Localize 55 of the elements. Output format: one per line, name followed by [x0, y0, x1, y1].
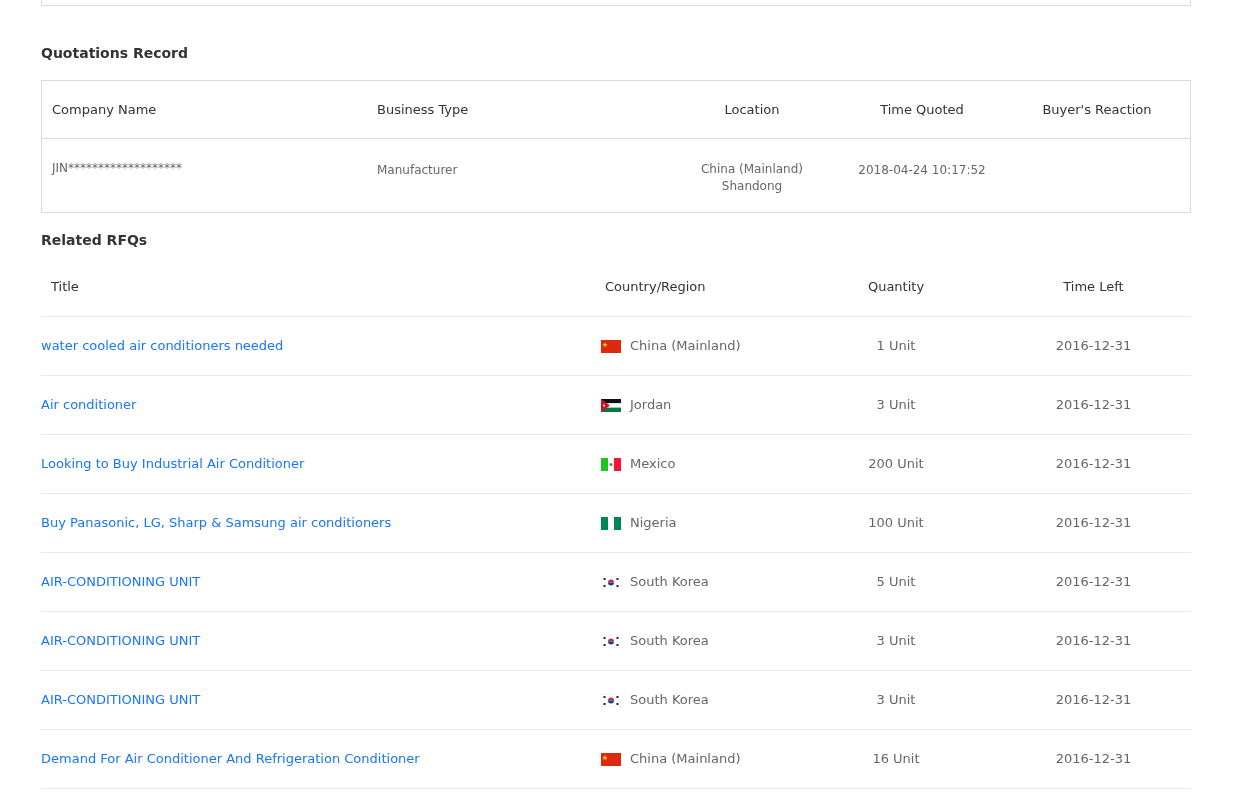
rfq-title-link[interactable]: AIR-CONDITIONING UNIT	[41, 692, 201, 708]
flag-icon	[601, 575, 621, 589]
country-text: South Korea	[630, 573, 709, 592]
table-cell-text: 16 Unit	[871, 750, 921, 769]
column-header: Company Name	[51, 100, 158, 119]
column-header: Country/Region	[604, 278, 707, 297]
table-cell-text: 2016-12-31	[1054, 573, 1133, 592]
table-cell-text: 100 Unit	[867, 514, 925, 533]
table-cell-text: 2016-12-31	[1054, 337, 1133, 356]
rfq-title-link[interactable]: AIR-CONDITIONING UNIT	[41, 633, 201, 649]
country-text: China (Mainland)	[630, 750, 741, 769]
flag-icon	[601, 693, 621, 707]
country-text: Mexico	[630, 455, 676, 474]
table-cell-text: 3 Unit	[875, 691, 917, 710]
flag-icon	[601, 752, 621, 766]
column-header: Quantity	[866, 278, 926, 297]
column-header: Title	[50, 278, 80, 297]
table-cell-text: 2016-12-31	[1054, 514, 1133, 533]
table-cell-text: 3 Unit	[875, 632, 917, 651]
table-cell-text: 2018-04-24 10:17:52	[857, 162, 987, 179]
country-text: Nigeria	[630, 514, 677, 533]
flag-icon	[601, 339, 621, 353]
table-cell-text: 2016-12-31	[1054, 632, 1133, 651]
column-header: Time Left	[1062, 278, 1125, 297]
flag-icon	[601, 516, 621, 530]
table-cell-text: 2016-12-31	[1054, 396, 1133, 415]
rfq-title-link[interactable]: Looking to Buy Industrial Air Conditioner	[41, 456, 305, 472]
table-cell-text: 3 Unit	[875, 396, 917, 415]
rfq-title-link[interactable]: AIR-CONDITIONING UNIT	[41, 574, 201, 590]
rfq-title-link[interactable]: Buy Panasonic, LG, Sharp & Samsung air conditioners	[41, 515, 392, 531]
column-header: Business Type	[377, 100, 470, 119]
country-text: South Korea	[630, 632, 709, 651]
section-title: Related RFQs	[41, 231, 149, 250]
rfq-title-link[interactable]: Air conditioner	[41, 397, 137, 413]
country-text: Jordan	[630, 396, 672, 415]
country-text: China (Mainland)	[630, 337, 741, 356]
flag-icon	[601, 398, 621, 412]
table-cell-text: 1 Unit	[875, 337, 917, 356]
table-cell-text: China (Mainland) Shandong	[700, 161, 804, 195]
flag-icon	[601, 457, 621, 471]
table-cell-text: 5 Unit	[875, 573, 917, 592]
flag-icon	[601, 634, 621, 648]
table-cell-text: 2016-12-31	[1054, 691, 1133, 710]
column-header: Location	[723, 100, 781, 119]
table-cell-text: 200 Unit	[867, 455, 925, 474]
rfq-title-link[interactable]: water cooled air conditioners needed	[41, 338, 284, 354]
rfq-title-link[interactable]: Demand For Air Conditioner And Refrigeration Conditioner	[41, 751, 420, 767]
table-cell-text: Manufacturer	[377, 162, 459, 179]
column-header: Buyer's Reaction	[1041, 100, 1153, 119]
table-cell-text: 2016-12-31	[1054, 455, 1133, 474]
column-header: Time Quoted	[879, 100, 965, 119]
section-title: Quotations Record	[41, 44, 190, 63]
country-text: South Korea	[630, 691, 709, 710]
table-cell-text: JIN*******************	[50, 160, 184, 177]
table-cell-text: 2016-12-31	[1054, 750, 1133, 769]
